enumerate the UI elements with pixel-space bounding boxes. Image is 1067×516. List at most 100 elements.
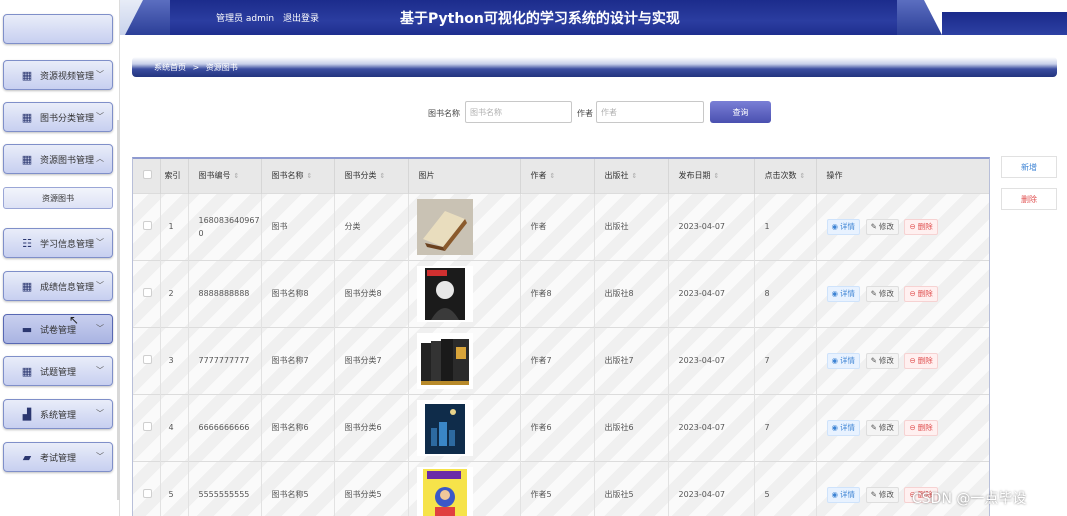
table-header-row: 索引 图书编号 ⇕ 图书名称 ⇕ 图书分类 ⇕ 图片 作者 ⇕ 出版社 ⇕ 发布日期 ⇕ 点… [133,159,989,193]
row-checkbox[interactable] [143,355,152,364]
pencil-icon: ✎ [870,423,877,432]
sidebar-item-label: 图书分类管理 [40,113,95,124]
col-header-index[interactable]: 索引 [160,159,189,193]
eye-icon: ◉ [831,222,839,231]
row-index: 3 [160,326,189,394]
chart-icon: ▟ [22,407,32,421]
select-all-cell[interactable] [133,159,161,193]
chevron-down-icon: ﹀ [96,238,104,247]
edit-button[interactable]: ✎ 修改 [865,218,899,235]
row-checkbox[interactable] [143,221,152,230]
delete-row-button[interactable]: ⊖ 删除 [904,218,938,235]
sidebar-item-question[interactable]: ▦ 试题管理 ﹀ [3,356,113,386]
col-header-publisher[interactable]: 出版社 ⇕ [594,159,669,193]
logout-link[interactable]: 退出登录 [283,14,319,24]
row-select-cell[interactable] [133,393,161,461]
row-author: 作者8 [520,259,595,327]
row-date: 2023-04-07 [668,259,755,327]
sidebar-item-paper[interactable]: ▬ 试卷管理 ﹀ [3,314,113,344]
edit-button[interactable]: ✎ 修改 [865,486,899,503]
row-checkbox[interactable] [143,288,152,297]
col-header-actions: 操作 [816,159,989,193]
row-select-cell[interactable] [133,460,161,516]
sidebar-item-video[interactable]: ▦ 资源视频管理 ﹀ [3,60,113,90]
search-button[interactable]: 查询 [710,101,771,123]
row-code: 8888888888 [188,259,262,327]
sidebar-item-label: 系统管理 [40,410,77,421]
sidebar-subitem-label: 资源图书 [42,193,74,203]
sidebar-subitem-book[interactable]: 资源图书 [3,187,113,209]
grid-icon: ▦ [21,364,33,378]
author-label: 作者 [577,109,593,118]
delete-button[interactable]: 删除 [1001,188,1057,210]
add-button[interactable]: 新增 [1001,156,1057,178]
eye-icon: ◉ [831,490,839,500]
col-header-date[interactable]: 发布日期 ⇕ [668,159,755,193]
row-author: 作者5 [520,460,595,516]
minus-circle-icon: ⊖ [909,222,916,231]
sort-icon: ⇕ [799,172,806,181]
row-publisher: 出版社 [594,192,669,260]
col-header-code[interactable]: 图书编号 ⇕ [188,159,262,193]
row-checkbox[interactable] [143,489,152,499]
delete-row-button[interactable]: ⊖ 删除 [904,352,938,369]
select-all-checkbox[interactable] [143,170,152,180]
sort-icon: ⇕ [631,172,638,181]
row-name: 图书 [261,192,335,260]
sort-icon: ⇕ [306,172,313,181]
minus-circle-icon: ⊖ [909,289,916,298]
delete-row-button[interactable]: ⊖ 删除 [904,419,938,436]
edit-button[interactable]: ✎ 修改 [865,285,899,302]
row-date: 2023-04-07 [668,192,755,260]
row-clicks: 1 [754,192,817,260]
row-code: 5555555555 [188,460,262,516]
col-header-category[interactable]: 图书分类 ⇕ [334,159,409,193]
book-name-input[interactable] [465,101,572,123]
col-header-author[interactable]: 作者 ⇕ [520,159,595,193]
list-icon: ☷ [22,236,32,250]
row-cover-image [408,259,521,327]
row-author: 作者6 [520,393,595,461]
sidebar-item-book-resource[interactable]: ▦ 资源图书管理 ︿ [3,144,113,174]
sidebar-item-study[interactable]: ☷ 学习信息管理 ﹀ [3,228,113,258]
row-select-cell[interactable] [133,192,161,260]
sidebar-scrollbar[interactable] [117,120,120,500]
row-date: 2023-04-07 [668,326,755,394]
book-name-label: 图书名称 [428,109,460,118]
view-button[interactable]: ◉ 详情 [826,419,861,436]
sidebar-item-label: 成绩信息管理 [40,282,95,293]
row-author: 作者 [520,192,595,260]
row-select-cell[interactable] [133,326,161,394]
edit-button[interactable]: ✎ 修改 [865,419,899,436]
breadcrumb-home[interactable]: 系统首页 [154,63,186,72]
row-index: 1 [160,192,189,260]
sidebar-item-book-category[interactable]: ▦ 图书分类管理 ﹀ [3,102,113,132]
monitor-icon: ▬ [21,322,33,336]
author-input[interactable] [596,101,704,123]
chevron-up-icon: ︿ [96,154,104,163]
sidebar-item-exam[interactable]: ▰ 考试管理 ﹀ [3,442,113,472]
sidebar-item-label: 学习信息管理 [40,239,95,250]
row-date: 2023-04-07 [668,393,755,461]
sidebar-item-system[interactable]: ▟ 系统管理 ﹀ [3,399,113,429]
banner-right-wing [942,12,1067,35]
row-actions: ◉ 详情 ✎ 修改 ⊖ 删除 [816,192,989,260]
mouse-cursor-icon: ↖ [69,313,80,327]
sidebar-item-label: 资源图书管理 [40,155,95,166]
view-button[interactable]: ◉ 详情 [826,486,861,503]
edit-button[interactable]: ✎ 修改 [865,352,899,369]
sidebar-item-top-partial[interactable] [3,14,113,44]
minus-circle-icon: ⊖ [909,423,916,432]
row-name: 图书名称6 [261,393,335,461]
row-checkbox[interactable] [143,422,152,431]
table-row: 2 8888888888 图书名称8 图书分类8 作者8 出版社8 2023-0… [133,259,989,327]
delete-row-button[interactable]: ⊖ 删除 [904,285,938,302]
view-button[interactable]: ◉ 详情 [826,285,861,302]
col-header-clicks[interactable]: 点击次数 ⇕ [754,159,817,193]
row-select-cell[interactable] [133,259,161,327]
sidebar-item-score[interactable]: ▦ 成绩信息管理 ﹀ [3,271,113,301]
view-button[interactable]: ◉ 详情 [826,352,861,369]
view-button[interactable]: ◉ 详情 [826,218,861,235]
pencil-icon: ✎ [870,356,877,365]
col-header-name[interactable]: 图书名称 ⇕ [261,159,335,193]
